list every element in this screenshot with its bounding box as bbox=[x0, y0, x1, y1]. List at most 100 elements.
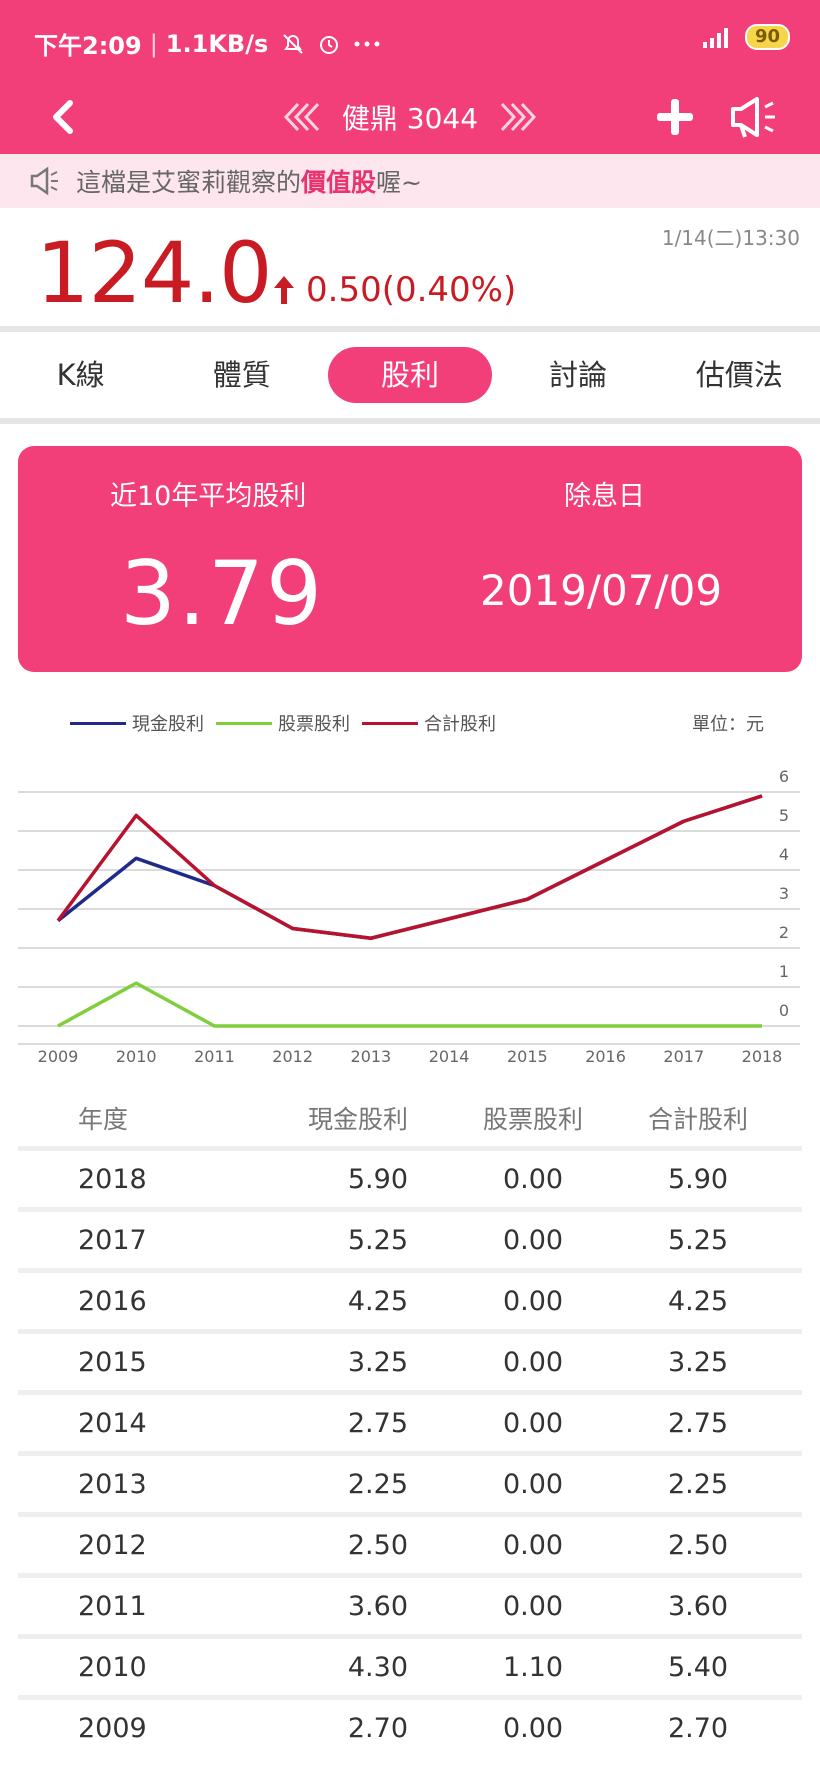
cell-year: 2015 bbox=[78, 1346, 147, 1378]
tab-fundamentals[interactable]: 體質 bbox=[161, 347, 322, 403]
cell-cash: 3.60 bbox=[347, 1590, 408, 1622]
header-year: 年度 bbox=[78, 1105, 129, 1134]
series-cash-line bbox=[56, 794, 763, 940]
legend-total[interactable]: 合計股利 bbox=[362, 710, 496, 736]
cell-year: 2011 bbox=[78, 1590, 147, 1622]
x-tick-label: 2011 bbox=[194, 1047, 235, 1066]
status-separator: | bbox=[149, 29, 158, 58]
dividend-chart: 0 1 2 3 4 5 6 2009 2010 2011 2012 2013 2014 2015 2016 2… bbox=[18, 767, 800, 1066]
cell-cash: 2.75 bbox=[347, 1407, 408, 1439]
stock-title: 健鼎 3044 bbox=[341, 102, 479, 135]
plus-icon bbox=[657, 99, 693, 135]
mute-bell-icon bbox=[283, 33, 303, 54]
status-speed: 1.1KB/s bbox=[165, 29, 269, 58]
battery-indicator: 90 bbox=[744, 24, 790, 50]
table-row: 2016 4.25 0.00 4.25 bbox=[18, 1268, 802, 1329]
x-tick-label: 2010 bbox=[116, 1047, 157, 1066]
ex-dividend-label: 除息日 bbox=[564, 481, 645, 512]
status-time: 下午2:09 bbox=[34, 32, 142, 60]
cell-total: 5.40 bbox=[667, 1651, 729, 1683]
cell-cash: 5.90 bbox=[347, 1163, 408, 1195]
table-row: 2013 2.25 0.00 2.25 bbox=[18, 1451, 802, 1512]
tab-dividend[interactable]: 股利 bbox=[328, 347, 492, 403]
cell-cash: 2.70 bbox=[347, 1712, 408, 1744]
header-total: 合計股利 bbox=[647, 1105, 748, 1134]
ex-dividend-date: 2019/07/09 bbox=[480, 566, 723, 615]
y-tick-label: 3 bbox=[779, 884, 789, 903]
add-watchlist-button[interactable] bbox=[650, 92, 700, 142]
notice-prefix: 這檔是艾蜜莉觀察的 bbox=[76, 168, 302, 197]
status-right: 90 bbox=[693, 24, 790, 50]
cell-total: 5.25 bbox=[667, 1224, 729, 1256]
cell-stock: 0.00 bbox=[502, 1712, 564, 1744]
alarm-icon bbox=[320, 35, 339, 54]
x-tick-label: 2017 bbox=[663, 1047, 704, 1066]
tab-kline[interactable]: K線 bbox=[0, 347, 161, 403]
cell-stock: 0.00 bbox=[502, 1163, 564, 1195]
status-bar: 下午2:09 | 1.1KB/s 90 bbox=[0, 0, 820, 80]
announce-button[interactable] bbox=[724, 90, 784, 144]
cell-cash: 2.25 bbox=[347, 1468, 408, 1500]
legend-label-cash: 現金股利 bbox=[132, 714, 204, 735]
table-row: 2017 5.25 0.00 5.25 bbox=[18, 1207, 802, 1268]
cell-total: 4.25 bbox=[667, 1285, 729, 1317]
megaphone-small-icon bbox=[30, 166, 58, 196]
x-tick-label: 2014 bbox=[429, 1047, 470, 1066]
quote-area: 124.0 0.50(0.40%) 1/14(二)13:30 bbox=[0, 208, 820, 328]
chart-unit: 單位：元 bbox=[692, 714, 764, 735]
x-tick-label: 2009 bbox=[38, 1047, 79, 1066]
cell-year: 2013 bbox=[78, 1468, 147, 1500]
back-button[interactable] bbox=[42, 92, 82, 142]
cell-stock: 0.00 bbox=[502, 1224, 564, 1256]
header-stock: 股票股利 bbox=[482, 1105, 583, 1134]
quote-timestamp: 1/14(二)13:30 bbox=[661, 226, 800, 250]
more-dots-icon bbox=[354, 41, 380, 46]
cell-year: 2016 bbox=[78, 1285, 147, 1317]
legend-stock[interactable]: 股票股利 bbox=[216, 710, 350, 736]
stock-switcher: 健鼎 3044 bbox=[270, 88, 550, 146]
notice-highlight[interactable]: 價值股 bbox=[301, 168, 376, 197]
x-tick-label: 2018 bbox=[742, 1047, 783, 1066]
cell-total: 2.50 bbox=[667, 1529, 729, 1561]
avg-dividend-value: 3.79 bbox=[120, 542, 324, 645]
y-tick-label: 4 bbox=[779, 845, 789, 864]
cell-total: 2.70 bbox=[667, 1712, 729, 1744]
price-change: 0.50(0.40%) bbox=[272, 270, 516, 310]
cell-year: 2014 bbox=[78, 1407, 147, 1439]
cell-stock: 0.00 bbox=[502, 1590, 564, 1622]
cell-stock: 1.10 bbox=[502, 1651, 564, 1683]
cell-cash: 3.25 bbox=[347, 1346, 408, 1378]
cell-stock: 0.00 bbox=[502, 1285, 564, 1317]
cell-cash: 4.30 bbox=[347, 1651, 408, 1683]
cell-stock: 0.00 bbox=[502, 1407, 564, 1439]
y-tick-label: 6 bbox=[779, 767, 789, 786]
legend-swatch-cash bbox=[70, 721, 126, 725]
legend-label-total: 合計股利 bbox=[424, 714, 496, 735]
status-left: 下午2:09 | 1.1KB/s bbox=[34, 26, 382, 61]
cell-year: 2018 bbox=[78, 1163, 147, 1195]
avg-dividend-label: 近10年平均股利 bbox=[110, 481, 307, 512]
dividend-table: 年度 現金股利 股票股利 合計股利 2018 5.90 0.00 5.90 2017 5.… bbox=[18, 1090, 802, 1756]
cell-stock: 0.00 bbox=[502, 1468, 564, 1500]
tab-bar: K線 體質 股利 討論 估價法 bbox=[0, 332, 820, 418]
cell-total: 5.90 bbox=[667, 1163, 729, 1195]
tab-valuation[interactable]: 估價法 bbox=[659, 347, 820, 403]
series-stock-line bbox=[57, 981, 762, 1028]
cell-cash: 5.25 bbox=[347, 1224, 408, 1256]
cell-cash: 4.25 bbox=[347, 1285, 408, 1317]
cell-total: 2.25 bbox=[667, 1468, 729, 1500]
last-price: 124.0 bbox=[36, 224, 272, 322]
legend-swatch-stock bbox=[216, 721, 272, 725]
status-icons bbox=[280, 31, 382, 57]
y-tick-label: 0 bbox=[779, 1001, 789, 1020]
cell-total: 3.25 bbox=[667, 1346, 729, 1378]
next-stock-icon[interactable] bbox=[494, 100, 540, 134]
price-change-value: 0.50(0.40%) bbox=[306, 270, 517, 310]
legend-cash[interactable]: 現金股利 bbox=[70, 710, 204, 736]
cell-year: 2012 bbox=[78, 1529, 147, 1561]
y-tick-label: 2 bbox=[779, 923, 789, 942]
x-tick-label: 2012 bbox=[272, 1047, 313, 1066]
prev-stock-icon[interactable] bbox=[280, 100, 326, 134]
y-tick-label: 5 bbox=[779, 806, 789, 825]
tab-discussion[interactable]: 討論 bbox=[498, 347, 659, 403]
